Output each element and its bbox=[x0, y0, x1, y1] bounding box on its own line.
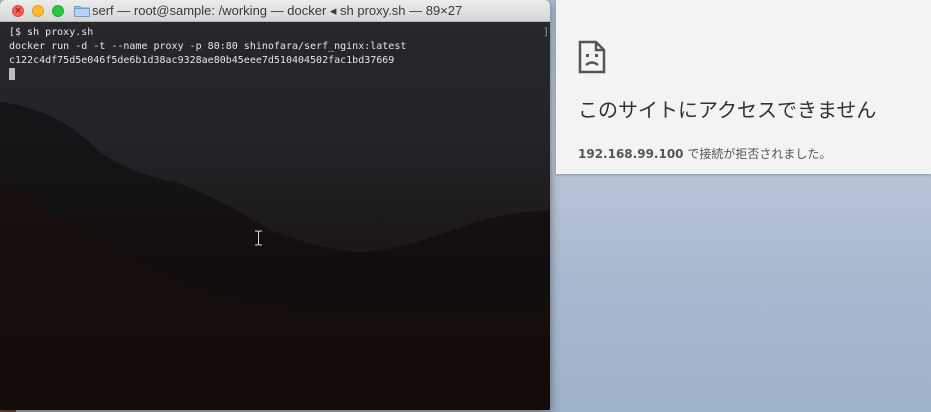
error-message: 192.168.99.100 で接続が拒否されました。 bbox=[578, 145, 831, 162]
scroll-marker: ] bbox=[543, 27, 550, 38]
folder-icon bbox=[74, 6, 90, 17]
error-host: 192.168.99.100 bbox=[578, 147, 684, 161]
sad-page-icon bbox=[578, 40, 606, 74]
terminal-line-container-id: c122c4df75d5e046f5de6b1d38ac9328ae80b45e… bbox=[9, 55, 395, 66]
terminal-titlebar[interactable]: × serf — root@sample: /working — docker … bbox=[0, 0, 550, 22]
terminal-cursor bbox=[9, 68, 15, 80]
browser-error-page: このサイトにアクセスできません 192.168.99.100 で接続が拒否されま… bbox=[556, 0, 931, 174]
error-heading: このサイトにアクセスできません bbox=[578, 98, 877, 122]
close-window-button[interactable]: × bbox=[12, 5, 24, 17]
terminal-content[interactable]: [$ sh proxy.sh docker run -d -t --name p… bbox=[0, 22, 550, 410]
ibeam-cursor-icon bbox=[255, 230, 262, 246]
terminal-title: serf — root@sample: /working — docker ◂ … bbox=[92, 3, 463, 18]
desktop: × serf — root@sample: /working — docker … bbox=[0, 0, 931, 412]
error-message-text: で接続が拒否されました。 bbox=[683, 147, 832, 161]
zoom-window-button[interactable] bbox=[52, 5, 64, 17]
wallpaper-hill-silhouette bbox=[0, 102, 550, 410]
terminal-window[interactable]: × serf — root@sample: /working — docker … bbox=[0, 0, 550, 410]
desktop-wallpaper-mist bbox=[520, 170, 931, 412]
terminal-line-prompt: [$ sh proxy.sh bbox=[9, 27, 94, 38]
terminal-line-command: docker run -d -t --name proxy -p 80:80 s… bbox=[9, 41, 407, 52]
close-icon: × bbox=[14, 6, 22, 16]
minimize-window-button[interactable] bbox=[32, 5, 44, 17]
